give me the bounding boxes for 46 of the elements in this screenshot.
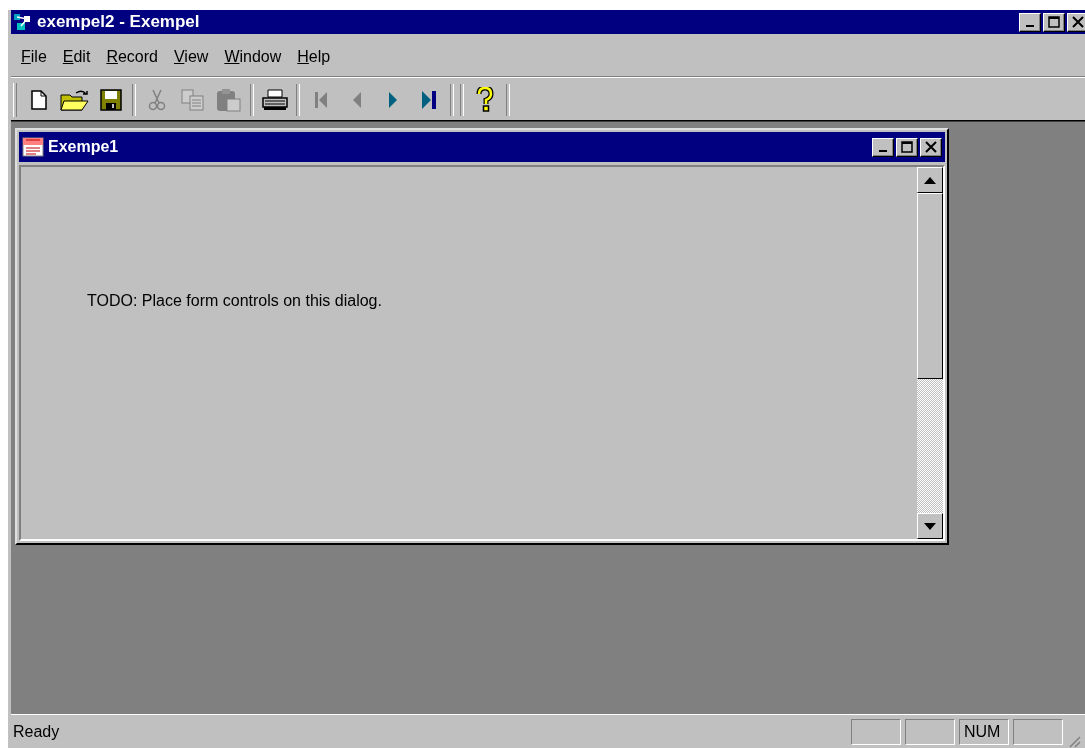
close-button[interactable] [920, 137, 942, 157]
menu-item[interactable]: Edit [54, 46, 99, 68]
first-record-icon [314, 90, 328, 109]
up-arrow-icon [924, 176, 936, 184]
menu-item[interactable]: Window [216, 46, 290, 68]
menu-item[interactable]: Record [98, 46, 166, 68]
status-pane [851, 718, 901, 745]
status-message: Ready [13, 722, 61, 741]
printer-icon [262, 88, 288, 111]
menu-item[interactable]: Help [289, 46, 339, 68]
minimize-button[interactable] [872, 137, 894, 157]
clipboard-icon [216, 87, 242, 112]
menu-item[interactable]: File [13, 46, 55, 68]
app-icon [13, 12, 33, 32]
resize-grip-icon [1067, 734, 1081, 748]
scroll-down-button[interactable] [917, 513, 943, 539]
last-record-icon [421, 89, 437, 110]
vertical-scrollbar[interactable] [917, 167, 943, 539]
window-title: Exempe1 [48, 138, 120, 156]
minimize-icon [1026, 25, 1034, 27]
minimize-icon [879, 150, 887, 152]
maximize-button[interactable] [1043, 12, 1065, 32]
scroll-thumb[interactable] [917, 193, 943, 379]
folder-icon [60, 88, 90, 111]
maximize-icon [901, 141, 913, 153]
scroll-up-button[interactable] [917, 167, 943, 193]
minimize-button[interactable] [1019, 12, 1041, 32]
status-indicator: NUM [959, 718, 1009, 745]
page-icon [31, 89, 47, 110]
status-pane [905, 718, 955, 745]
close-button[interactable] [1067, 12, 1085, 32]
down-arrow-icon [924, 522, 936, 530]
close-icon [925, 141, 937, 153]
window-title: exempel2 - Exempel [37, 12, 201, 32]
maximize-icon [1048, 16, 1060, 28]
scissors-icon [148, 88, 166, 111]
document-icon [22, 137, 44, 157]
question-mark-icon [476, 86, 494, 113]
menu-item[interactable]: View [165, 46, 217, 68]
status-pane [1013, 718, 1063, 745]
previous-record-icon [352, 90, 362, 109]
next-record-icon [388, 90, 398, 109]
placeholder-text: TODO: Place form controls on this dialog. [87, 292, 382, 309]
copy-icon [181, 88, 205, 111]
close-icon [1072, 16, 1084, 28]
maximize-button[interactable] [896, 137, 918, 157]
